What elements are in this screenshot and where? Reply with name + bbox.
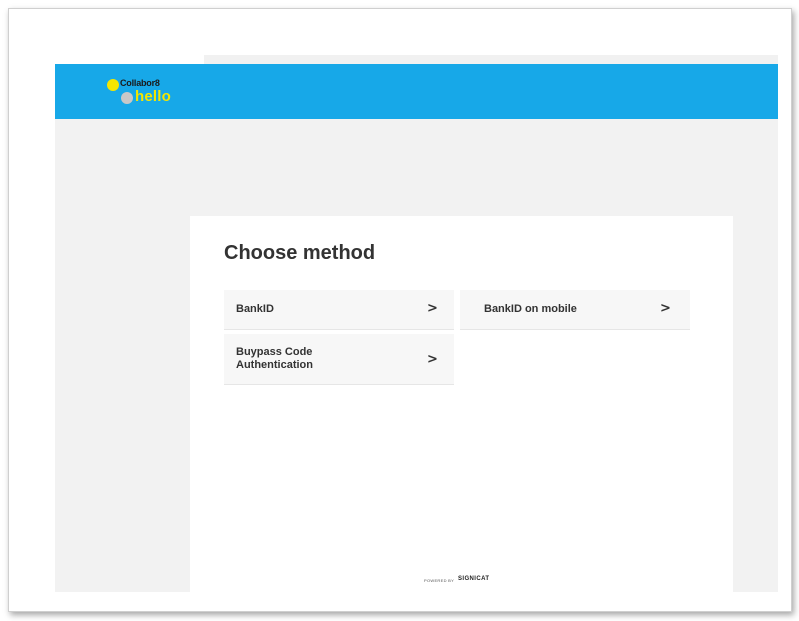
method-label: BankID <box>236 303 274 315</box>
method-card: Choose method BankID > BankID on mobile … <box>190 216 733 592</box>
chevron-right-icon: > <box>427 352 438 367</box>
method-bankid-button[interactable]: BankID > <box>224 290 454 330</box>
chevron-right-icon: > <box>427 301 438 316</box>
method-bankid-mobile-button[interactable]: BankID on mobile > <box>460 290 690 330</box>
header-bar: Collabor8 hello <box>55 64 778 119</box>
logo-yellow-dot-icon <box>107 79 119 91</box>
collabor8-hello-logo: Collabor8 hello <box>107 78 187 106</box>
powered-by-label: POWERED BY <box>424 578 455 583</box>
logo-text-collabor8: Collabor8 <box>120 78 160 88</box>
logo-grey-dot-icon <box>121 92 133 104</box>
browser-window: Collabor8 hello Choose method BankID > B… <box>8 8 792 612</box>
method-label: Buypass Code Authentication <box>236 346 313 371</box>
page-title: Choose method <box>224 242 376 264</box>
signicat-logo: SIGNICAT <box>458 576 490 582</box>
page-viewport: Collabor8 hello Choose method BankID > B… <box>55 64 778 592</box>
chevron-right-icon: > <box>660 301 671 316</box>
logo-text-hello: hello <box>135 88 172 105</box>
method-label: BankID on mobile <box>484 303 577 315</box>
method-buypass-button[interactable]: Buypass Code Authentication > <box>224 334 454 385</box>
top-strip <box>204 55 778 64</box>
